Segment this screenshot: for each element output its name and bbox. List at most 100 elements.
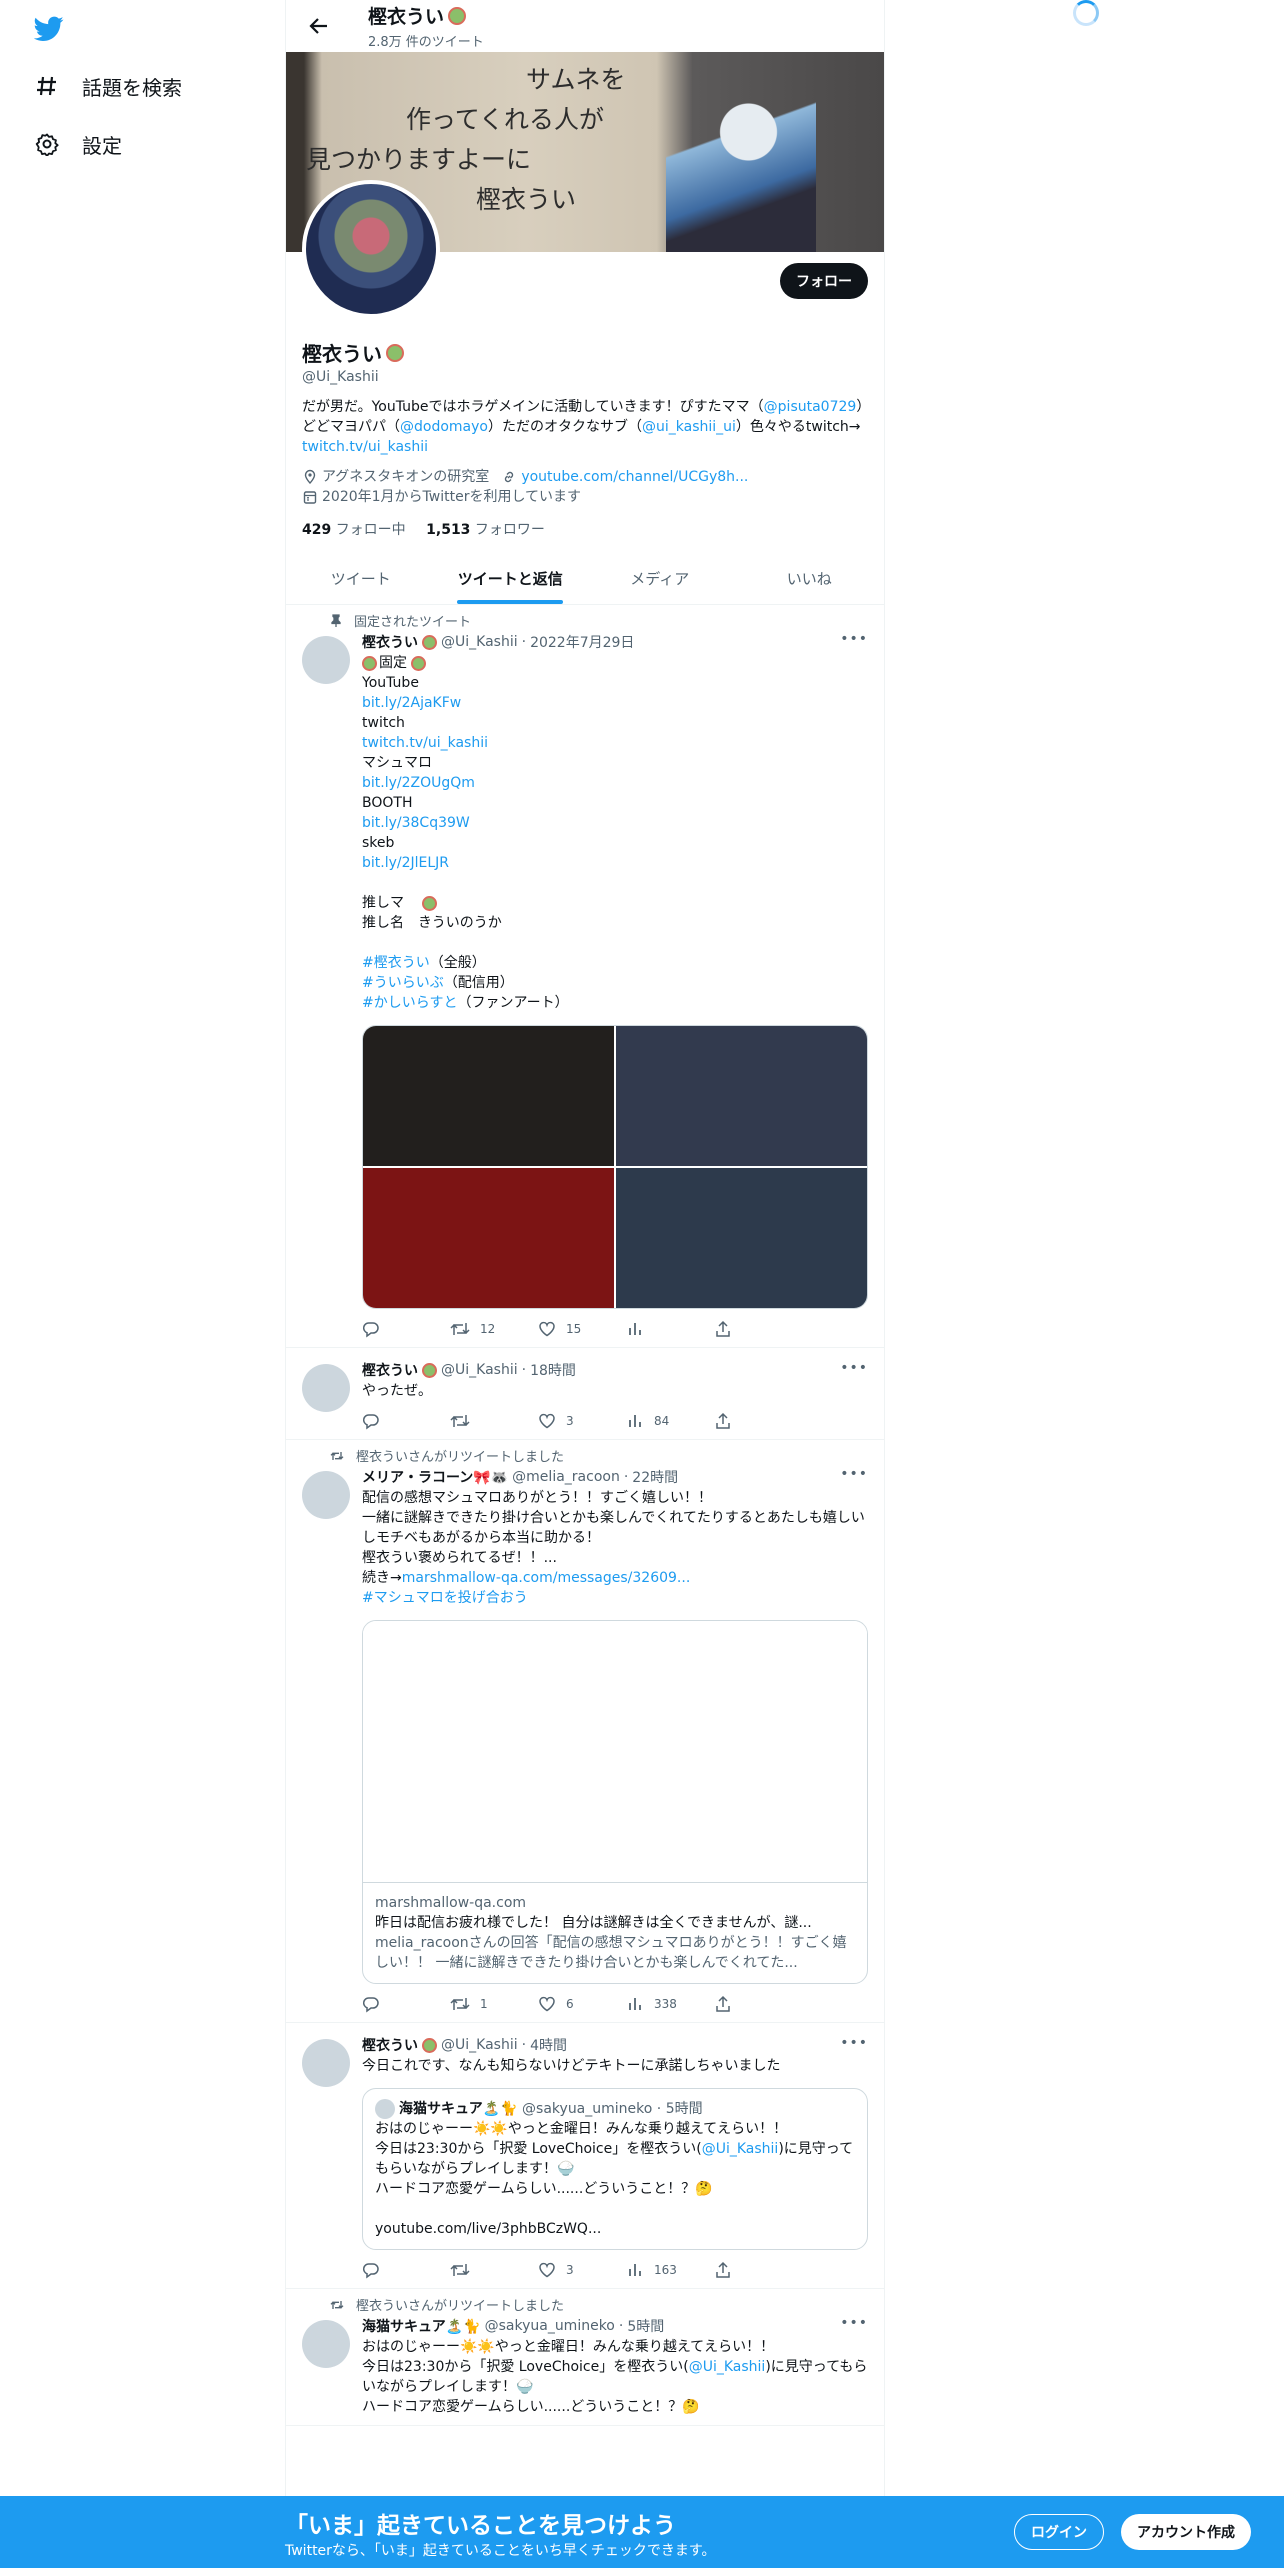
tab-tweets[interactable]: ツイート: [286, 553, 436, 604]
tweet-link[interactable]: marshmallow-qa.com/messages/32609...: [402, 1570, 691, 1586]
profile-website-link[interactable]: youtube.com/channel/UCGy8h...: [521, 467, 748, 487]
tweet-link[interactable]: bit.ly/2ZOUgQm: [362, 775, 475, 791]
avatar[interactable]: [302, 636, 350, 684]
tweet-time[interactable]: 22時間: [632, 1467, 678, 1487]
more-options-icon[interactable]: •••: [840, 631, 868, 647]
retweet-label[interactable]: 樫衣ういさんがリツイートしました: [356, 1446, 564, 1465]
tweet-author-name[interactable]: 樫衣うい: [362, 1360, 418, 1380]
like-count: 6: [566, 1997, 574, 2011]
share-button[interactable]: [714, 1411, 802, 1431]
views-button[interactable]: 338: [626, 1994, 714, 2014]
followers-link[interactable]: 1,513 フォロワー: [426, 522, 545, 538]
tweet-time[interactable]: 5時間: [627, 2316, 664, 2336]
reply-button[interactable]: [362, 2260, 450, 2280]
tweet-time[interactable]: 2022年7月29日: [530, 632, 634, 652]
tweet-author-handle[interactable]: @sakyua_umineko: [485, 2318, 615, 2334]
tweet-pinned[interactable]: 固定されたツイート 樫衣うい @Ui_Kashii · 2022年7月29日 ••• …: [286, 605, 884, 1348]
bio-mention-link[interactable]: @pisuta0729: [764, 399, 857, 415]
tab-likes[interactable]: いいね: [735, 553, 885, 604]
views-button[interactable]: 84: [626, 1411, 714, 1431]
hashtag-link[interactable]: #マシュマロを投げ合おう: [362, 1590, 528, 1606]
hashtag-link[interactable]: #ういらいぶ: [362, 975, 444, 991]
tweet-author-handle[interactable]: @Ui_Kashii: [441, 2037, 518, 2053]
retweet-label[interactable]: 樫衣ういさんがリツイートしました: [356, 2295, 564, 2314]
bio-text: だが男だ。YouTubeではホラゲメインに活動していきます！ぴすたママ（: [302, 399, 764, 415]
tweet-author-handle[interactable]: @Ui_Kashii: [441, 1362, 518, 1378]
tweet-retweet[interactable]: 樫衣ういさんがリツイートしました 海猫サキュア🏝️🐈 @sakyua_uminek…: [286, 2289, 884, 2426]
following-link[interactable]: 429 フォロー中: [302, 522, 406, 538]
like-button[interactable]: 15: [538, 1319, 626, 1339]
twitter-bird-icon[interactable]: [33, 16, 66, 44]
follow-stats: 429 フォロー中 1,513 フォロワー: [302, 519, 868, 539]
tweet-time[interactable]: 18時間: [530, 1360, 576, 1380]
more-options-icon[interactable]: •••: [840, 2035, 868, 2051]
tweet-author-name[interactable]: 樫衣うい: [362, 2035, 418, 2055]
share-button[interactable]: [714, 1319, 802, 1339]
bio-twitch-link[interactable]: twitch.tv/ui_kashii: [302, 439, 428, 455]
like-button[interactable]: 3: [538, 2260, 626, 2280]
tweet-quote[interactable]: 樫衣うい @Ui_Kashii · 4時間 ••• 今日これです、なんも知らないけどテ…: [286, 2023, 884, 2289]
hashtag-link[interactable]: #かしいらすと: [362, 995, 457, 1011]
like-button[interactable]: 6: [538, 1994, 626, 2014]
share-button[interactable]: [714, 1994, 802, 2014]
bio-mention-link[interactable]: @dodomayo: [400, 419, 488, 435]
mention-link[interactable]: @Ui_Kashii: [689, 2359, 766, 2375]
quoted-tweet[interactable]: 海猫サキュア🏝️🐈 @sakyua_umineko · 5時間 おはのじゃーー☀…: [362, 2088, 868, 2250]
avatar[interactable]: [302, 1471, 350, 1519]
tweet-link[interactable]: twitch.tv/ui_kashii: [362, 735, 488, 751]
reply-button[interactable]: [362, 1994, 450, 2014]
tab-tweets-and-replies[interactable]: ツイートと返信: [436, 553, 586, 604]
retweet-button[interactable]: 12: [450, 1319, 538, 1339]
retweet-button[interactable]: 1: [450, 1994, 538, 2014]
tweet-author-name[interactable]: メリア・ラコーン🎀🦝: [362, 1467, 508, 1487]
tweet-line: twitch: [362, 715, 405, 731]
retweet-button[interactable]: [450, 1411, 538, 1431]
signup-banner-title: 「いま」起きていることを見つけよう: [285, 2513, 676, 2539]
tweet-link[interactable]: bit.ly/2JlELJR: [362, 855, 449, 871]
tweet-author-name[interactable]: 樫衣うい: [362, 632, 418, 652]
media-image[interactable]: [363, 1026, 614, 1166]
tweet-author-handle[interactable]: @melia_racoon: [512, 1469, 620, 1485]
retweet-button[interactable]: [450, 2260, 538, 2280]
retweet-count: 12: [480, 1322, 496, 1336]
tweet-line: 推し名 きういのうか: [362, 915, 502, 931]
tweet-author-handle[interactable]: @Ui_Kashii: [441, 634, 518, 650]
media-image[interactable]: [363, 1168, 614, 1308]
reply-button[interactable]: [362, 1319, 450, 1339]
hashtag-link[interactable]: #樫衣うい: [362, 955, 430, 971]
link-card[interactable]: marshmallow-qa.com 昨日は配信お疲れ様でした！ 自分は謎解きは…: [362, 1620, 868, 1984]
tweet-retweet[interactable]: 樫衣ういさんがリツイートしました メリア・ラコーン🎀🦝 @melia_racoon…: [286, 1440, 884, 2023]
banner-text-line: サムネを: [526, 65, 626, 94]
retweet-icon: [330, 2300, 344, 2309]
back-arrow-icon[interactable]: [302, 9, 336, 43]
media-image[interactable]: [616, 1026, 867, 1166]
like-count: 3: [566, 2263, 574, 2277]
more-options-icon[interactable]: •••: [840, 1360, 868, 1376]
avatar[interactable]: [302, 1364, 350, 1412]
bio-mention-link[interactable]: @ui_kashii_ui: [642, 419, 736, 435]
tweet-link[interactable]: bit.ly/38Cq39W: [362, 815, 470, 831]
reply-button[interactable]: [362, 1411, 450, 1431]
tweet-author-name[interactable]: 海猫サキュア🏝️🐈: [362, 2316, 481, 2336]
more-options-icon[interactable]: •••: [840, 2315, 868, 2331]
profile-avatar[interactable]: [302, 180, 440, 318]
signup-button[interactable]: アカウント作成: [1121, 2514, 1251, 2550]
views-button[interactable]: 163: [626, 2260, 714, 2280]
tweet-time[interactable]: 4時間: [530, 2035, 567, 2055]
views-button[interactable]: [626, 1319, 714, 1339]
like-button[interactable]: 3: [538, 1411, 626, 1431]
share-button[interactable]: [714, 2260, 802, 2280]
tweet[interactable]: 樫衣うい @Ui_Kashii · 18時間 ••• やったぜ。 3 84: [286, 1348, 884, 1440]
tab-media[interactable]: メディア: [585, 553, 735, 604]
retweet-icon: [330, 1451, 344, 1460]
nav-settings[interactable]: 設定: [34, 124, 122, 164]
follow-button[interactable]: フォロー: [780, 263, 868, 299]
avatar[interactable]: [302, 2320, 350, 2368]
nav-explore[interactable]: 話題を検索: [34, 66, 182, 106]
retweet-icon: [450, 1323, 470, 1335]
more-options-icon[interactable]: •••: [840, 1466, 868, 1482]
login-button[interactable]: ログイン: [1014, 2514, 1104, 2550]
tweet-link[interactable]: bit.ly/2AjaKFw: [362, 695, 461, 711]
avatar[interactable]: [302, 2039, 350, 2087]
media-image[interactable]: [616, 1168, 867, 1308]
